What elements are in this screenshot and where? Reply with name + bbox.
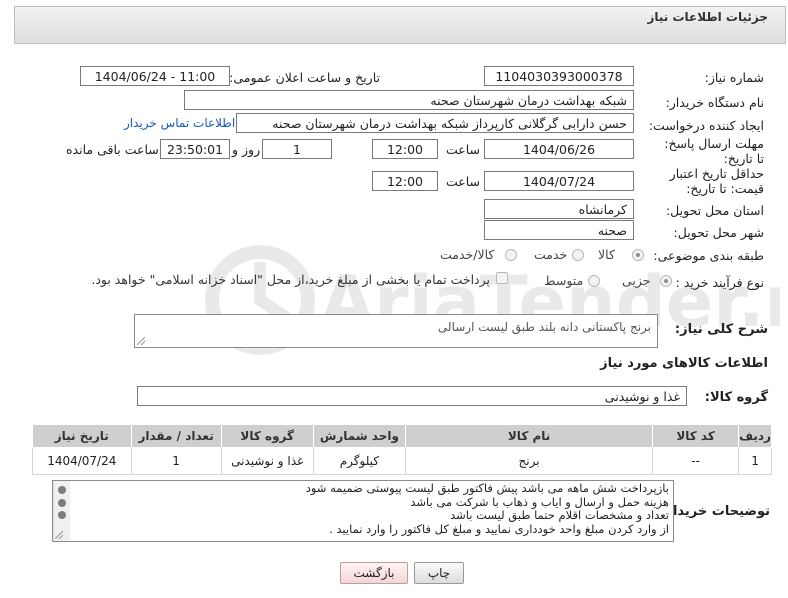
- process-option-medium: متوسط: [544, 273, 584, 288]
- scroll-down-dot[interactable]: [58, 511, 66, 519]
- announce-datetime-field: 1404/06/24 - 11:00: [80, 66, 230, 86]
- col-qty: تعداد / مقدار: [130, 424, 222, 448]
- print-button[interactable]: چاپ: [414, 562, 464, 584]
- cell-code: --: [652, 447, 740, 475]
- category-radio-goods-service[interactable]: [505, 249, 517, 261]
- items-table-wrap: ردیف کد کالا نام کالا واحد شمارش گروه کا…: [32, 424, 772, 475]
- category-option-service: خدمت: [534, 247, 568, 262]
- province-label: استان محل تحویل:: [665, 203, 764, 218]
- city-label: شهر محل تحویل:: [673, 225, 764, 240]
- buyer-notes-field: بازپرداخت شش ماهه می باشد پیش فاکتور طبق…: [52, 480, 674, 542]
- process-label: نوع فرآیند خرید :: [675, 275, 764, 290]
- reply-deadline-label: مهلت ارسال پاسخ: تا تاریخ:: [664, 136, 764, 166]
- page-title: جزئیات اطلاعات نیاز: [647, 10, 768, 24]
- reply-deadline-date-field: 1404/06/26: [484, 139, 634, 159]
- cell-qty: 1: [130, 447, 222, 475]
- scroll-thumb-dot[interactable]: [58, 499, 66, 507]
- col-unit: واحد شمارش: [312, 424, 407, 448]
- city-field: صحنه: [484, 220, 634, 240]
- cell-name: برنج: [405, 447, 654, 475]
- price-validity-label: حداقل تاریخ اعتبار قیمت: تا تاریخ:: [669, 166, 764, 196]
- resize-handle[interactable]: [137, 337, 145, 345]
- buyer-notes-line: هزینه حمل و ارسال و ایاب و ذهاب با شرکت …: [410, 494, 669, 509]
- col-date: تاریخ نیاز: [32, 424, 132, 448]
- buyer-notes-label: توضیحات خریدار:: [660, 504, 770, 519]
- reply-days-label: روز و: [232, 142, 261, 157]
- buyer-notes-line: تعداد و مشخصات اقلام حتما طبق لیست باشد: [450, 508, 669, 522]
- buyer-contact-link[interactable]: اطلاعات تماس خریدار: [124, 116, 235, 130]
- reply-days-field: 1: [262, 139, 332, 159]
- summary-label: شرح کلی نیاز:: [674, 322, 768, 337]
- category-radio-service[interactable]: [572, 249, 584, 261]
- remaining-time-label: ساعت باقی مانده: [66, 142, 159, 157]
- summary-field: برنج پاکستانی دانه بلند طبق لیست ارسالی: [134, 314, 658, 348]
- remaining-time-field: 23:50:01: [160, 139, 230, 159]
- items-table: ردیف کد کالا نام کالا واحد شمارش گروه کا…: [32, 424, 772, 475]
- treasury-payment-note: پرداخت تمام یا بخشی از مبلغ خرید،از محل …: [91, 272, 490, 287]
- treasury-payment-checkbox[interactable]: [496, 272, 508, 284]
- category-option-goods-service: کالا/خدمت: [440, 247, 495, 262]
- col-group: گروه کالا: [220, 424, 314, 448]
- price-validity-time-label: ساعت: [446, 174, 481, 189]
- col-row: ردیف: [738, 424, 772, 448]
- requester-label: ایجاد کننده درخواست:: [648, 118, 764, 133]
- goods-section-title: اطلاعات کالاهای مورد نیاز: [600, 356, 768, 371]
- buyer-org-field: شبکه بهداشت درمان شهرستان صحنه: [184, 90, 634, 110]
- process-radio-medium[interactable]: [588, 275, 600, 287]
- need-number-label: شماره نیاز:: [704, 70, 764, 85]
- buyer-notes-line: از وارد کردن مبلغ واحد خودداری نمایید و …: [329, 521, 669, 536]
- process-radio-minor[interactable]: [660, 275, 672, 287]
- need-number-field: 1104030393000378: [484, 66, 634, 86]
- reply-deadline-time-label: ساعت: [446, 142, 481, 157]
- buyer-notes-line: بازپرداخت شش ماهه می باشد پیش فاکتور طبق…: [305, 481, 669, 495]
- col-name: نام کالا: [405, 424, 654, 448]
- col-code: کد کالا: [652, 424, 740, 448]
- buyer-org-label: نام دستگاه خریدار:: [665, 95, 764, 110]
- province-field: کرمانشاه: [484, 199, 634, 219]
- notes-resize-handle[interactable]: [55, 531, 63, 539]
- price-validity-time-field: 12:00: [372, 171, 438, 191]
- back-button[interactable]: بازگشت: [340, 562, 408, 584]
- process-option-minor: جزیی: [622, 273, 651, 288]
- announce-datetime-label: تاریخ و ساعت اعلان عمومی:: [229, 70, 380, 85]
- category-label: طبقه بندی موضوعی:: [653, 248, 764, 263]
- goods-group-field: غذا و نوشیدنی: [137, 386, 687, 406]
- goods-group-label: گروه کالا:: [704, 390, 768, 405]
- scroll-up-dot[interactable]: [58, 486, 66, 494]
- cell-unit: کیلوگرم: [312, 447, 407, 475]
- cell-date: 1404/07/24: [32, 447, 132, 475]
- summary-text: برنج پاکستانی دانه بلند طبق لیست ارسالی: [437, 320, 651, 334]
- reply-deadline-time-field: 12:00: [372, 139, 438, 159]
- cell-group: غذا و نوشیدنی: [220, 447, 314, 475]
- price-validity-date-field: 1404/07/24: [484, 171, 634, 191]
- table-row: 1 -- برنج کیلوگرم غذا و نوشیدنی 1 1404/0…: [32, 447, 772, 475]
- category-option-goods: کالا: [598, 247, 615, 262]
- cell-row: 1: [738, 447, 772, 475]
- requester-field: حسن دارابی گرگلانی کارپرداز شبکه بهداشت …: [236, 113, 634, 133]
- category-radio-goods[interactable]: [632, 249, 644, 261]
